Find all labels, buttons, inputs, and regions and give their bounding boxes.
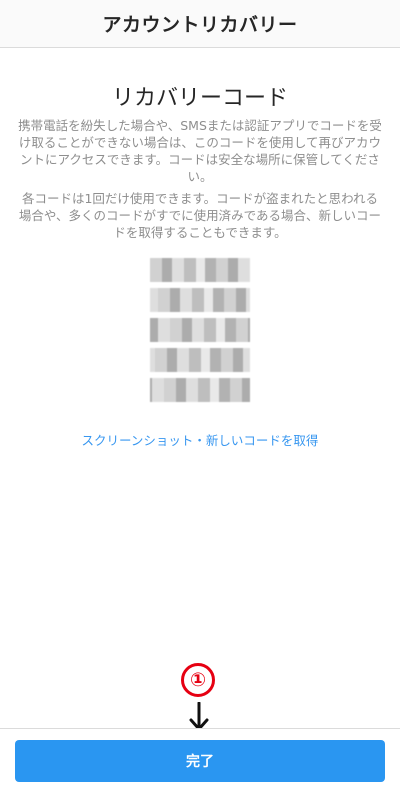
recovery-code-5: [150, 378, 250, 402]
recovery-code-1: [150, 258, 250, 282]
done-button[interactable]: 完了: [15, 740, 385, 782]
recovery-code-2: [150, 288, 250, 312]
top-header: アカウントリカバリー: [0, 0, 400, 48]
recovery-description-2: 各コードは1回だけ使用できます。コードが盗まれたと思われる場合や、多くのコードが…: [18, 191, 382, 240]
step-number-annotation: ①: [181, 663, 215, 697]
recovery-code-3: [150, 318, 250, 342]
recovery-description-1: 携帯電話を紛失した場合や、SMSまたは認証アプリでコードを受け取ることができない…: [18, 118, 382, 184]
header-title: アカウントリカバリー: [102, 14, 298, 36]
recovery-code-list: [150, 258, 250, 408]
page-title: リカバリーコード: [111, 86, 288, 111]
get-new-codes-link[interactable]: スクリーンショット・新しいコードを取得: [0, 430, 400, 449]
recovery-code-4: [150, 348, 250, 372]
